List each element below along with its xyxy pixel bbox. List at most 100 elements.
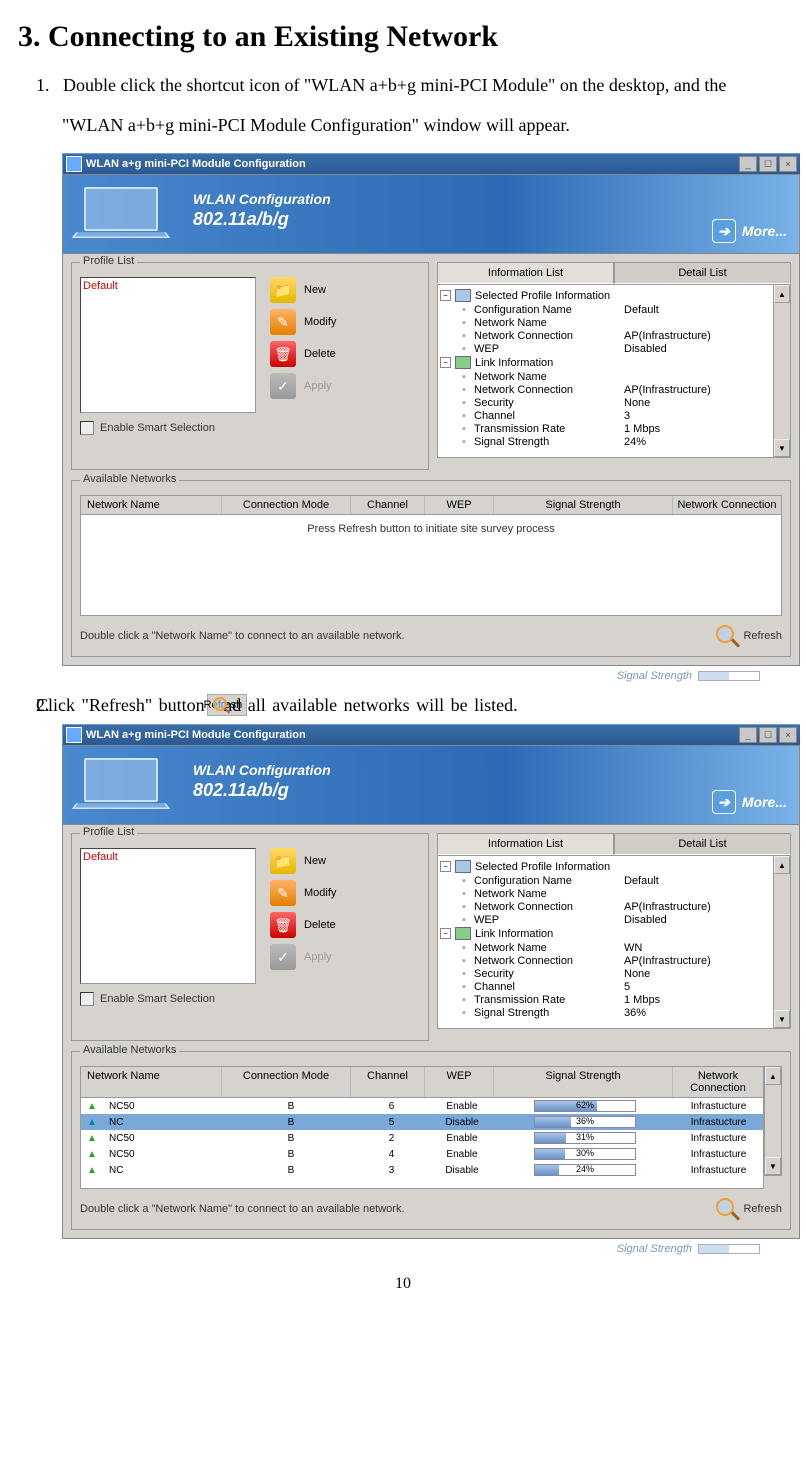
scroll-down-icon[interactable]: ▼ (765, 1157, 781, 1175)
new-button[interactable]: 📁New (270, 277, 336, 303)
window-titlebar: WLAN a+g mini-PCI Module Configuration _… (62, 153, 800, 174)
maximize-button[interactable]: ☐ (759, 156, 777, 172)
modify-icon: ✎ (270, 880, 296, 906)
empty-message: Press Refresh button to initiate site su… (81, 515, 781, 535)
checkbox-icon[interactable] (80, 992, 94, 1006)
network-row[interactable]: ▲NC50B6Enable62%Infrastucture (81, 1098, 763, 1114)
scroll-down-icon[interactable]: ▼ (774, 1010, 790, 1028)
close-button[interactable]: × (779, 156, 797, 172)
scrollbar[interactable]: ▲ ▼ (764, 1066, 782, 1176)
dblclick-hint: Double click a "Network Name" to connect… (80, 1203, 405, 1215)
window-titlebar: WLAN a+g mini-PCI Module Configuration _… (62, 724, 800, 745)
info-tree: −Selected Profile Information ▪Configura… (438, 285, 773, 457)
window-title: WLAN a+g mini-PCI Module Configuration (86, 729, 737, 741)
screenshot-1: WLAN a+g mini-PCI Module Configuration _… (62, 153, 800, 682)
tab-information-list[interactable]: Information List (437, 833, 614, 855)
more-button[interactable]: ➔ More... (712, 790, 787, 814)
scroll-up-icon[interactable]: ▲ (774, 856, 790, 874)
arrow-right-icon: ➔ (712, 219, 736, 243)
antenna-icon: ▲ (87, 1165, 97, 1176)
enable-smart-selection[interactable]: Enable Smart Selection (80, 992, 420, 1006)
signal-strength-footer: Signal Strength (62, 1239, 800, 1255)
check-icon: ✓ (270, 944, 296, 970)
profile-listbox[interactable]: Default (80, 848, 256, 984)
network-table-body: Press Refresh button to initiate site su… (80, 515, 782, 616)
collapse-icon[interactable]: − (440, 928, 451, 939)
profile-item-default[interactable]: Default (83, 280, 253, 292)
profile-list-panel: Profile List Default 📁New ✎Modify 🗑Delet… (71, 833, 429, 1041)
profile-icon (455, 860, 471, 873)
available-networks-panel: Available Networks Network Name Connecti… (71, 1051, 791, 1230)
banner-line1: WLAN Configuration (193, 762, 331, 778)
profile-item-default[interactable]: Default (83, 851, 253, 863)
collapse-icon[interactable]: − (440, 290, 451, 301)
collapse-icon[interactable]: − (440, 861, 451, 872)
magnify-icon (715, 624, 739, 648)
minimize-button[interactable]: _ (739, 727, 757, 743)
network-row[interactable]: ▲NC50B4Enable30%Infrastucture (81, 1146, 763, 1162)
refresh-button[interactable]: Refresh (715, 1197, 782, 1221)
modify-button[interactable]: ✎Modify (270, 309, 336, 335)
signal-bar: 31% (534, 1132, 636, 1144)
profile-list-label: Profile List (80, 826, 137, 838)
delete-button[interactable]: 🗑Delete (270, 912, 336, 938)
available-networks-label: Available Networks (80, 1044, 179, 1056)
banner: WLAN Configuration 802.11a/b/g ➔ More... (62, 745, 800, 825)
scroll-down-icon[interactable]: ▼ (774, 439, 790, 457)
checkbox-icon[interactable] (80, 421, 94, 435)
scrollbar[interactable]: ▲ ▼ (773, 285, 790, 457)
magnify-icon (715, 1197, 739, 1221)
laptop-graphic (71, 758, 171, 814)
collapse-icon[interactable]: − (440, 357, 451, 368)
antenna-icon: ▲ (87, 1101, 97, 1112)
scroll-up-icon[interactable]: ▲ (765, 1067, 781, 1085)
signal-bar: 62% (534, 1100, 636, 1112)
profile-listbox[interactable]: Default (80, 277, 256, 413)
info-panel: Information List Detail List −Selected P… (437, 833, 791, 1041)
signal-bar: 30% (534, 1148, 636, 1160)
app-icon (66, 727, 82, 743)
folder-icon: 📁 (270, 277, 296, 303)
network-row[interactable]: ▲NCB5Disable36%Infrastucture (81, 1114, 763, 1130)
minimize-button[interactable]: _ (739, 156, 757, 172)
profile-list-label: Profile List (80, 255, 137, 267)
delete-button[interactable]: 🗑Delete (270, 341, 336, 367)
link-icon (455, 356, 471, 369)
network-table-header: Network Name Connection Mode Channel WEP… (80, 495, 782, 515)
enable-smart-selection[interactable]: Enable Smart Selection (80, 421, 420, 435)
tab-detail-list[interactable]: Detail List (614, 262, 791, 284)
step-2-text: 2. Click "Refresh" button Refresh nd all… (32, 694, 788, 716)
new-button[interactable]: 📁New (270, 848, 336, 874)
scroll-up-icon[interactable]: ▲ (774, 285, 790, 303)
laptop-graphic (71, 187, 171, 243)
apply-button[interactable]: ✓Apply (270, 944, 336, 970)
refresh-button[interactable]: Refresh (715, 624, 782, 648)
page-number: 10 (18, 1275, 788, 1293)
more-button[interactable]: ➔ More... (712, 219, 787, 243)
antenna-icon: ▲ (87, 1149, 97, 1160)
scrollbar[interactable]: ▲ ▼ (773, 856, 790, 1028)
signal-strength-footer: Signal Strength (62, 666, 800, 682)
profile-list-panel: Profile List Default 📁New ✎Modify 🗑Delet… (71, 262, 429, 470)
banner-line2: 802.11a/b/g (193, 209, 289, 230)
network-table-header: Network Name Connection Mode Channel WEP… (80, 1066, 764, 1098)
page-heading: 3. Connecting to an Existing Network (18, 20, 788, 54)
modify-icon: ✎ (270, 309, 296, 335)
antenna-icon: ▲ (87, 1117, 97, 1128)
available-networks-panel: Available Networks Network Name Connecti… (71, 480, 791, 657)
available-networks-label: Available Networks (80, 473, 179, 485)
trash-icon: 🗑 (270, 912, 296, 938)
close-button[interactable]: × (779, 727, 797, 743)
folder-icon: 📁 (270, 848, 296, 874)
tab-detail-list[interactable]: Detail List (614, 833, 791, 855)
apply-button[interactable]: ✓Apply (270, 373, 336, 399)
modify-button[interactable]: ✎Modify (270, 880, 336, 906)
window-title: WLAN a+g mini-PCI Module Configuration (86, 158, 737, 170)
network-row[interactable]: ▲NCB3Disable24%Infrastucture (81, 1162, 763, 1178)
tab-information-list[interactable]: Information List (437, 262, 614, 284)
maximize-button[interactable]: ☐ (759, 727, 777, 743)
app-icon (66, 156, 82, 172)
screenshot-2: WLAN a+g mini-PCI Module Configuration _… (62, 724, 800, 1255)
network-row[interactable]: ▲NC50B2Enable31%Infrastucture (81, 1130, 763, 1146)
check-icon: ✓ (270, 373, 296, 399)
